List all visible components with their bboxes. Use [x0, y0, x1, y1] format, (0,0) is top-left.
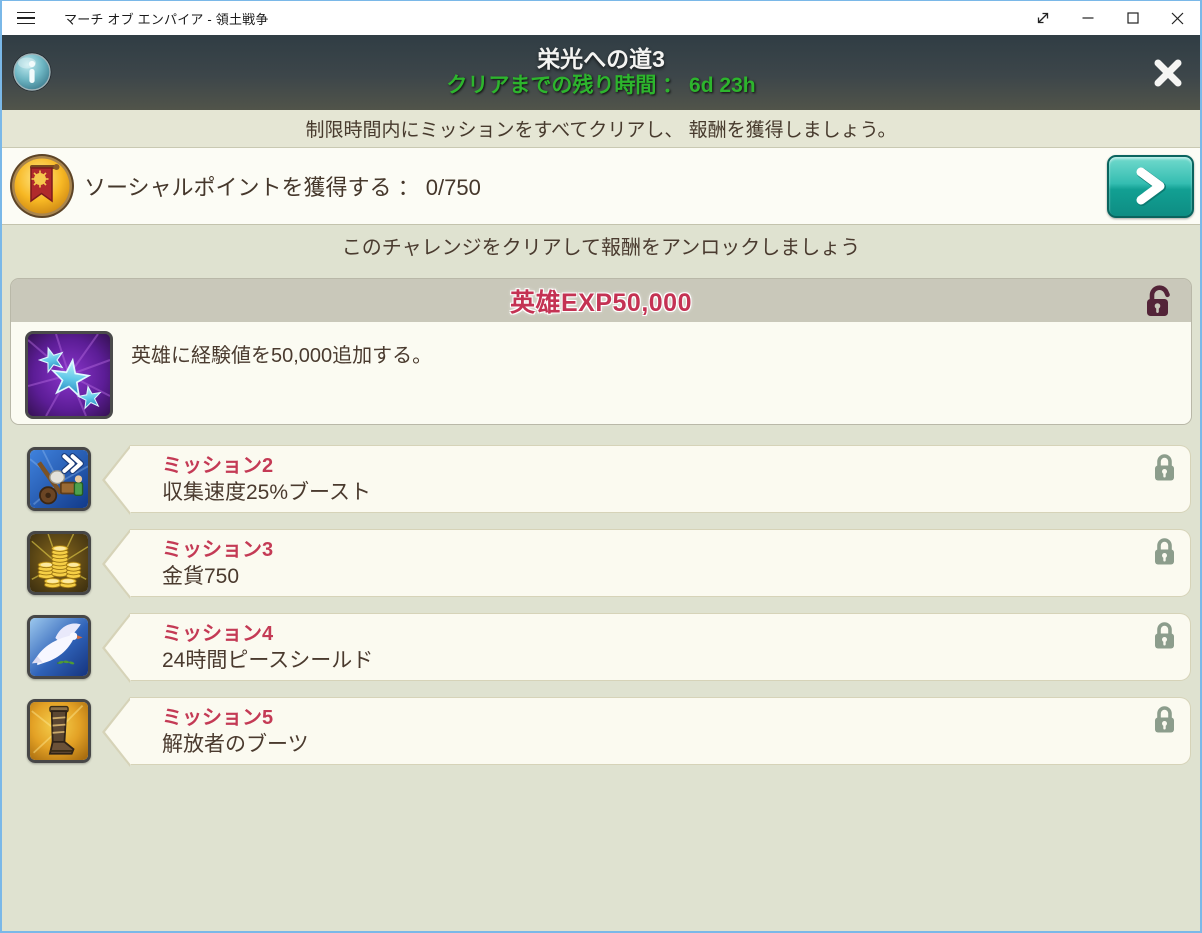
lock-closed-icon [1151, 453, 1178, 483]
challenge-note: このチャレンジをクリアして報酬をアンロックしましょう [2, 225, 1200, 265]
reward-description: 英雄に経験値を50,000追加する。 [131, 339, 432, 415]
hamburger-icon[interactable] [2, 1, 50, 35]
event-header: 栄光への道3 クリアまでの残り時間 ： 6d 23h [2, 35, 1200, 110]
minimize-icon [1082, 12, 1094, 24]
mission-reward-label: 収集速度25%ブースト [162, 479, 1140, 506]
info-button[interactable] [11, 51, 53, 93]
mission-reward-label: 解放者のブーツ [162, 731, 1140, 758]
mission-row: ミッション2 収集速度25%ブースト [27, 445, 1191, 513]
fullscreen-button[interactable] [1020, 1, 1065, 35]
maximize-button[interactable] [1110, 1, 1155, 35]
social-points-badge-icon [8, 152, 76, 220]
mission-title: ミッション3 [162, 538, 1140, 563]
mission-reward-label: 金貨750 [162, 563, 1140, 590]
lock-closed-icon [1151, 621, 1178, 651]
peace-dove-icon [27, 615, 91, 679]
mission-title: ミッション4 [162, 622, 1140, 647]
reward-header: 英雄EXP50,000 [11, 279, 1191, 322]
close-icon [1171, 12, 1184, 25]
mission-card[interactable]: ミッション4 24時間ピースシールド [130, 613, 1191, 681]
gather-boost-icon [27, 447, 91, 511]
diagonal-resize-icon [1035, 10, 1051, 26]
timer-text: クリアまでの残り時間 ： 6d 23h [446, 73, 755, 99]
mission-title: ミッション2 [162, 454, 1140, 479]
panel-close-button[interactable] [1150, 55, 1186, 91]
maximize-icon [1127, 12, 1139, 24]
window-close-button[interactable] [1155, 1, 1200, 35]
info-icon [11, 51, 53, 93]
mission-card[interactable]: ミッション3 金貨750 [130, 529, 1191, 597]
titlebar: マーチ オブ エンパイア - 領土戦争 [2, 1, 1200, 35]
app-window: マーチ オブ エンパイア - 領土戦争 [0, 0, 1202, 933]
liberator-boots-icon [27, 699, 91, 763]
hero-exp-stars-icon [25, 331, 113, 419]
reward-body: 英雄に経験値を50,000追加する。 [11, 322, 1191, 424]
mission-row: ミッション3 金貨750 [27, 529, 1191, 597]
mission-list: ミッション2 収集速度25%ブースト [2, 445, 1200, 765]
lock-closed-icon [1151, 537, 1178, 567]
mission-title: ミッション5 [162, 706, 1140, 731]
social-points-label: ソーシャルポイントを獲得する ： 0/750 [84, 170, 481, 202]
page-title: 栄光への道3 [537, 46, 665, 74]
mission-card[interactable]: ミッション2 収集速度25%ブースト [130, 445, 1191, 513]
window-controls [1020, 1, 1200, 35]
go-button[interactable] [1107, 155, 1194, 218]
lock-open-icon [1143, 285, 1175, 319]
mission-card[interactable]: ミッション5 解放者のブーツ [130, 697, 1191, 765]
instruction-text: 制限時間内にミッションをすべてクリアし、 報酬を獲得しましょう。 [2, 110, 1200, 148]
reward-panel: 英雄EXP50,000 [10, 278, 1192, 425]
mission-row: ミッション4 24時間ピースシールド [27, 613, 1191, 681]
lock-closed-icon [1151, 705, 1178, 735]
chevron-right-icon [1133, 165, 1169, 209]
mission-row: ミッション5 解放者のブーツ [27, 697, 1191, 765]
mission-reward-label: 24時間ピースシールド [162, 647, 1140, 674]
event-content: 制限時間内にミッションをすべてクリアし、 報酬を獲得しましょう。 [2, 110, 1200, 931]
social-points-row: ソーシャルポイントを獲得する ： 0/750 [2, 148, 1200, 225]
reward-title: 英雄EXP50,000 [510, 283, 692, 319]
window-title: マーチ オブ エンパイア - 領土戦争 [64, 9, 269, 28]
minimize-button[interactable] [1065, 1, 1110, 35]
gold-coins-icon [27, 531, 91, 595]
close-x-icon [1151, 56, 1185, 90]
